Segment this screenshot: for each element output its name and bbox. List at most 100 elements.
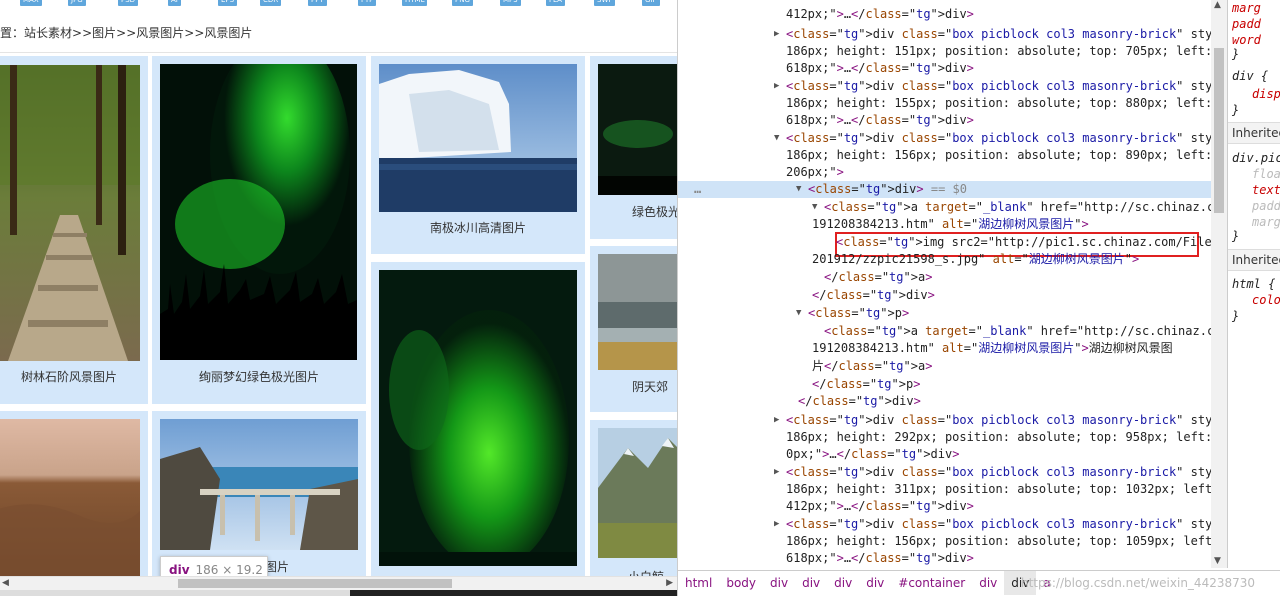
format-badge[interactable]: AI xyxy=(168,0,181,6)
dom-tree-line[interactable]: 0px;">…</class="tg">div> xyxy=(678,446,1211,463)
dom-tree-line[interactable]: 412px;">…</class="tg">div> xyxy=(678,498,1211,515)
format-badge[interactable]: HTML xyxy=(402,0,428,6)
breadcrumb-link-pictures[interactable]: 图片 xyxy=(92,24,116,41)
dom-breadcrumb-item[interactable]: div xyxy=(972,571,1004,595)
dom-breadcrumb-item[interactable]: #container xyxy=(891,571,972,595)
format-badge[interactable]: PNG xyxy=(452,0,473,6)
dom-breadcrumb-item[interactable]: div xyxy=(763,571,795,595)
format-badge[interactable]: FTP xyxy=(358,0,377,6)
style-prop[interactable]: colo xyxy=(1252,292,1280,308)
image-card[interactable]: 美风景图片 xyxy=(152,411,366,576)
image-card[interactable]: 南极冰川高清图片 xyxy=(371,56,585,254)
dom-tree-line[interactable]: … ▼ <class="tg">div> == $0 xyxy=(678,181,1211,198)
style-prop[interactable]: text xyxy=(1252,182,1280,198)
format-badge[interactable]: GIF xyxy=(642,0,660,6)
card-thumbnail[interactable] xyxy=(379,64,577,212)
dom-tree-line[interactable]: </class="tg">a> xyxy=(678,269,1211,286)
dom-breadcrumb-item[interactable]: div xyxy=(795,571,827,595)
format-badge[interactable]: EPS xyxy=(218,0,238,6)
dom-tree-line[interactable]: 186px; height: 156px; position: absolute… xyxy=(678,533,1211,550)
dom-tree-line[interactable]: <class="tg">a target="_blank" href="http… xyxy=(678,323,1211,340)
format-badge[interactable]: JPG xyxy=(68,0,86,6)
dom-tree-line[interactable]: 206px;"> xyxy=(678,164,1211,181)
dom-tree-line[interactable]: ▼ <class="tg">div class="box picblock col… xyxy=(678,130,1211,147)
style-prop[interactable]: disp xyxy=(1252,86,1280,102)
expand-toggle-icon[interactable]: ▶ xyxy=(774,412,779,429)
format-badge[interactable]: CDR xyxy=(260,0,282,6)
dom-tree-line[interactable]: <class="tg">img src2="http://pic1.sc.chi… xyxy=(678,234,1211,251)
image-card[interactable]: 树林石阶风景图片 xyxy=(0,56,148,404)
dom-tree-line[interactable]: 191208384213.htm" alt="湖边柳树风景图片">湖边柳树风景图 xyxy=(678,340,1211,357)
image-card[interactable]: 绿色极光 xyxy=(590,56,677,239)
dom-tree-line[interactable]: 186px; height: 292px; position: absolute… xyxy=(678,429,1211,446)
breadcrumb-link-site[interactable]: 站长素材 xyxy=(24,24,72,41)
expand-toggle-icon[interactable]: ▼ xyxy=(796,181,801,198)
style-prop[interactable]: marg xyxy=(1252,214,1280,230)
card-caption[interactable]: 绿色极光 xyxy=(632,203,677,220)
card-thumbnail[interactable] xyxy=(160,64,357,360)
card-thumbnail[interactable] xyxy=(160,419,358,550)
card-thumbnail[interactable] xyxy=(598,428,677,558)
dom-tree-line[interactable]: 186px; height: 151px; position: absolute… xyxy=(678,43,1211,60)
card-thumbnail[interactable] xyxy=(0,65,140,361)
image-card[interactable] xyxy=(0,411,148,579)
image-card[interactable]: 绚丽梦幻绿色极光图片 xyxy=(152,56,366,404)
image-card[interactable] xyxy=(371,262,585,576)
card-caption[interactable]: 阴天郊 xyxy=(632,378,677,395)
horizontal-scroll-thumb[interactable] xyxy=(178,579,452,588)
format-badge[interactable]: PSD xyxy=(118,0,139,6)
card-caption[interactable]: 绚丽梦幻绿色极光图片 xyxy=(152,368,366,385)
dom-tree-line[interactable]: 618px;">…</class="tg">div> xyxy=(678,112,1211,129)
dom-tree-line[interactable]: </class="tg">div> xyxy=(678,393,1211,410)
card-caption[interactable]: 南极冰川高清图片 xyxy=(371,219,585,236)
dom-tree-line[interactable]: </class="tg">p> xyxy=(678,376,1211,393)
dom-tree-line[interactable]: 186px; height: 156px; position: absolute… xyxy=(678,147,1211,164)
dom-tree-line[interactable]: ▼ <class="tg">a target="_blank" href="htt… xyxy=(678,199,1211,216)
scroll-down-arrow-icon[interactable]: ▼ xyxy=(1214,556,1221,566)
ellipsis-menu-icon[interactable]: … xyxy=(694,181,701,198)
style-selector[interactable]: div { xyxy=(1232,68,1268,84)
vertical-scroll-thumb[interactable] xyxy=(1214,48,1224,213)
dom-tree-line[interactable]: ▶ <class="tg">div class="box picblock col… xyxy=(678,26,1211,43)
card-caption[interactable]: 树林石阶风景图片 xyxy=(0,368,148,385)
style-selector[interactable]: html { xyxy=(1232,276,1275,292)
expand-toggle-icon[interactable]: ▼ xyxy=(812,199,817,216)
dom-tree-line[interactable]: 618px;">…</class="tg">div> xyxy=(678,60,1211,77)
dom-tree-line[interactable]: ▶ <class="tg">div class="box picblock col… xyxy=(678,516,1211,533)
format-badge[interactable]: MP3 xyxy=(500,0,521,6)
dom-tree-line[interactable]: ▶ <class="tg">div class="box picblock col… xyxy=(678,78,1211,95)
expand-toggle-icon[interactable]: ▼ xyxy=(796,305,801,322)
expand-toggle-icon[interactable]: ▶ xyxy=(774,78,779,95)
style-prop[interactable]: padd xyxy=(1232,16,1261,32)
scroll-up-arrow-icon[interactable]: ▲ xyxy=(1214,0,1221,10)
dom-breadcrumb-item[interactable]: div xyxy=(827,571,859,595)
card-thumbnail[interactable] xyxy=(379,270,577,566)
style-prop[interactable]: floa xyxy=(1252,166,1280,182)
dom-tree-line[interactable]: ▶ <class="tg">div class="box picblock col… xyxy=(678,464,1211,481)
dom-tree-line[interactable]: 412px;">…</class="tg">div> xyxy=(678,6,1211,23)
dom-tree-line[interactable]: 186px; height: 155px; position: absolute… xyxy=(678,95,1211,112)
format-badge[interactable]: MAX xyxy=(20,0,42,6)
dom-breadcrumb-item[interactable]: body xyxy=(719,571,763,595)
dom-breadcrumb-item[interactable]: html xyxy=(678,571,719,595)
image-card[interactable]: 小白鲸 xyxy=(590,420,677,584)
dom-tree-line[interactable]: ▶ <class="tg">div class="box picblock col… xyxy=(678,412,1211,429)
format-badge[interactable]: SWF xyxy=(594,0,616,6)
image-card[interactable]: 阴天郊 xyxy=(590,246,677,412)
breadcrumb-link-scenery[interactable]: 风景图片 xyxy=(136,24,184,41)
card-thumbnail[interactable] xyxy=(598,64,677,195)
dom-tree-line[interactable]: 191208384213.htm" alt="湖边柳树风景图片"> xyxy=(678,216,1211,233)
dom-tree-line[interactable]: 618px;">…</class="tg">div> xyxy=(678,550,1211,567)
dom-tree-line[interactable]: </class="tg">div> xyxy=(678,287,1211,304)
horizontal-scrollbar[interactable]: ◀ ▶ xyxy=(0,576,677,590)
style-selector[interactable]: div.pic xyxy=(1232,150,1280,166)
expand-toggle-icon[interactable]: ▶ xyxy=(774,26,779,43)
format-badge[interactable]: FLA xyxy=(546,0,565,6)
card-thumbnail[interactable] xyxy=(598,254,677,370)
elements-vertical-scrollbar[interactable]: ▲ ▼ xyxy=(1211,0,1227,568)
dom-tree-line[interactable]: ▼ <class="tg">p> xyxy=(678,305,1211,322)
card-thumbnail[interactable] xyxy=(0,419,140,579)
expand-toggle-icon[interactable]: ▶ xyxy=(774,464,779,481)
dom-tree-line[interactable]: 201912/zzpic21598_s.jpg" alt="湖边柳树风景图片"> xyxy=(678,251,1211,268)
scroll-right-arrow-icon[interactable]: ▶ xyxy=(666,577,673,590)
